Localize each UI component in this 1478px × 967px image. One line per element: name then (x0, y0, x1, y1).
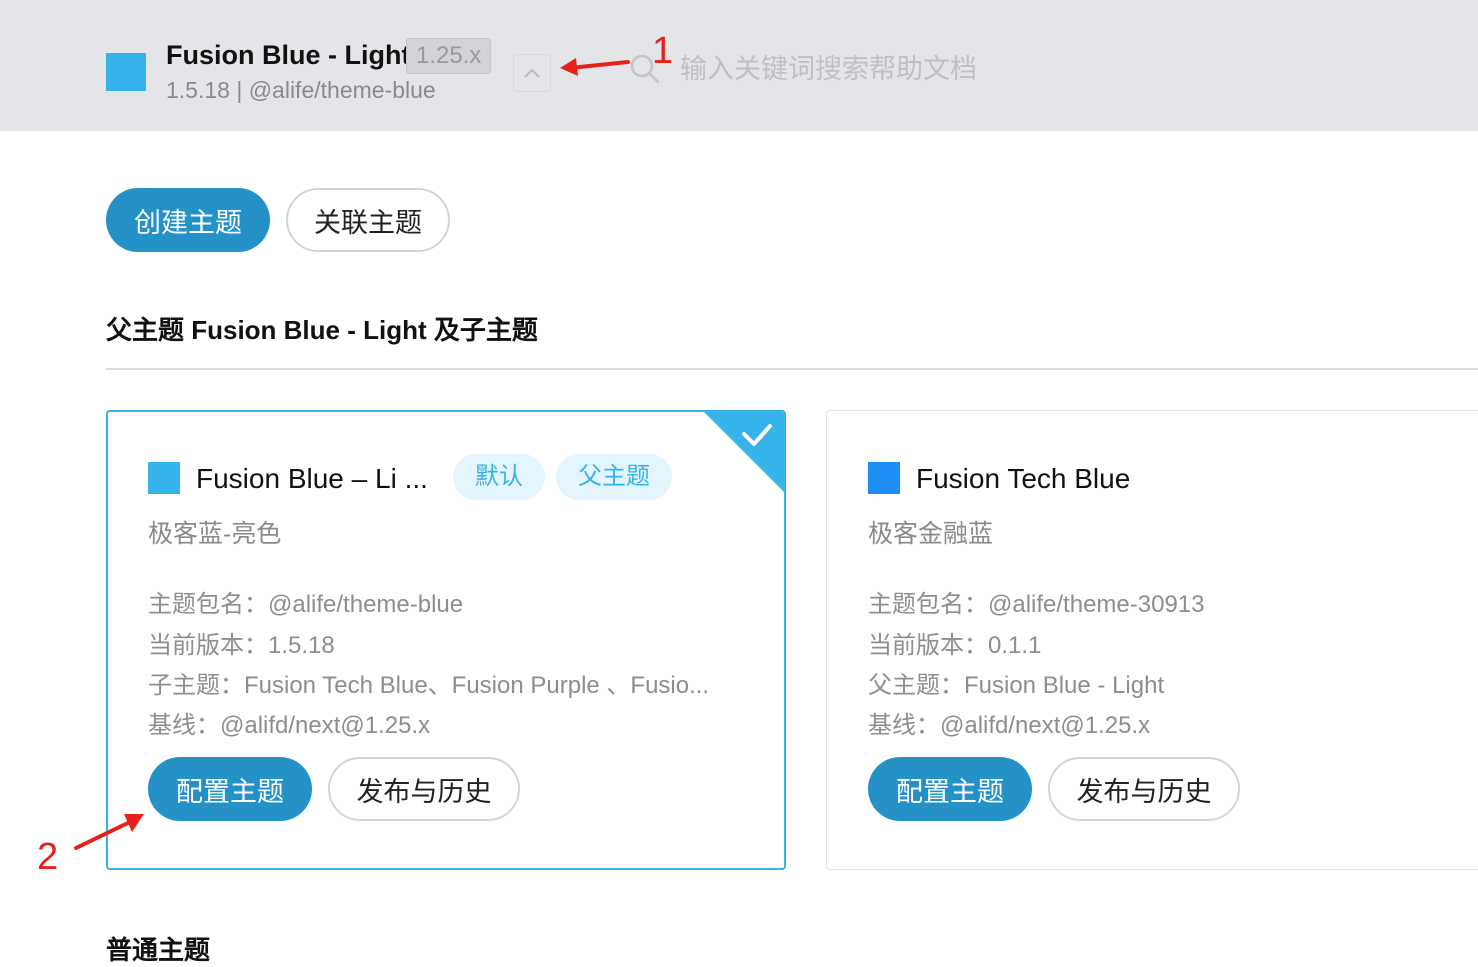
top-header: Fusion Blue - Light 1.25.x 1.5.18 | @ali… (0, 0, 1478, 131)
theme-description: 极客蓝-亮色 (148, 520, 282, 548)
current-version: 当前版本：1.5.18 (148, 632, 335, 659)
theme-color-square (148, 462, 180, 494)
child-themes: 子主题：Fusion Tech Blue、Fusion Purple 、Fusi… (148, 672, 710, 699)
theme-color-square (868, 462, 900, 494)
publish-history-button[interactable]: 发布与历史 (1048, 757, 1240, 821)
search-input[interactable] (672, 48, 1108, 90)
package-name: 主题包名：@alife/theme-30913 (868, 591, 1205, 618)
section-title: 父主题 Fusion Blue - Light 及子主题 (106, 315, 538, 345)
create-theme-button[interactable]: 创建主题 (106, 188, 270, 252)
version-tag: 1.25.x (406, 38, 492, 74)
current-version: 当前版本：0.1.1 (868, 632, 1042, 659)
selected-corner (704, 412, 784, 492)
header-subtitle: 1.5.18 | @alife/theme-blue (166, 77, 436, 103)
link-theme-button[interactable]: 关联主题 (286, 188, 450, 252)
baseline: 基线：@alifd/next@1.25.x (868, 712, 1151, 739)
publish-history-button[interactable]: 发布与历史 (328, 757, 520, 821)
annotation-arrow-1 (560, 58, 630, 76)
theme-description: 极客金融蓝 (868, 520, 994, 548)
annotation-arrow-2 (74, 814, 144, 850)
package-name: 主题包名：@alife/theme-blue (148, 591, 464, 618)
configure-theme-button[interactable]: 配置主题 (148, 757, 312, 821)
theme-card-fusion-tech-blue[interactable]: Fusion Tech Blue 极客金融蓝 主题包名：@alife/theme… (826, 410, 1478, 870)
annotation-label-2: 2 (37, 836, 59, 878)
header-title: Fusion Blue - Light (166, 40, 411, 70)
theme-name: Fusion Blue – Li ... (196, 463, 428, 494)
chevron-up-icon (524, 68, 540, 78)
parent-theme-tag: 父主题 (556, 454, 672, 500)
annotation-label-1: 1 (652, 30, 674, 72)
baseline: 基线：@alifd/next@1.25.x (148, 712, 431, 739)
theme-card-fusion-blue-light[interactable]: Fusion Blue – Li ... 默认 父主题 极客蓝-亮色 主题包名：… (106, 410, 786, 870)
theme-color-square (106, 53, 146, 91)
normal-themes-title: 普通主题 (106, 935, 211, 965)
theme-name: Fusion Tech Blue (916, 463, 1131, 494)
section-divider (106, 368, 1478, 370)
parent-theme: 父主题：Fusion Blue - Light (868, 672, 1165, 699)
default-tag: 默认 (453, 454, 545, 500)
configure-theme-button[interactable]: 配置主题 (868, 757, 1032, 821)
